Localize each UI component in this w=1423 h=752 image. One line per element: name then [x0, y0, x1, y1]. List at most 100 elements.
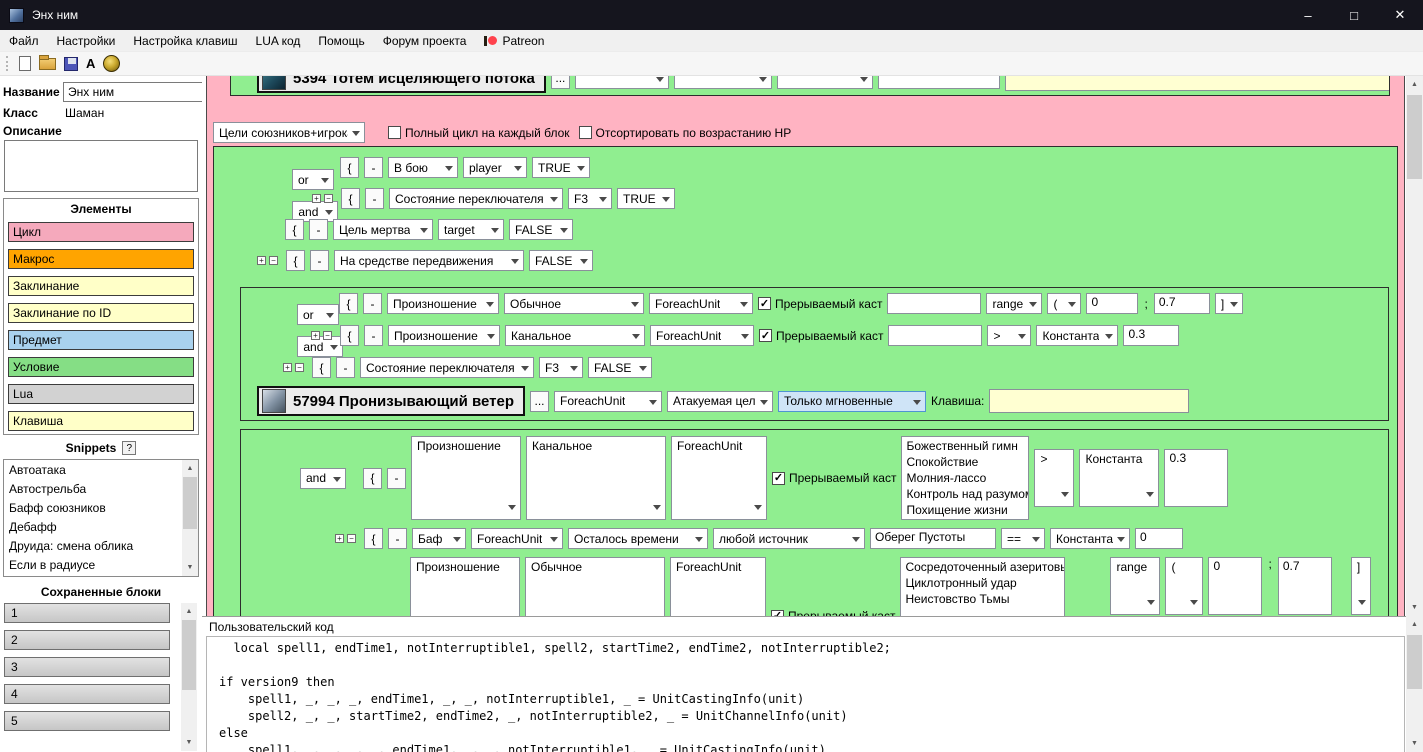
font-a-button[interactable]: A [86, 56, 95, 71]
saved-blocks-scrollbar[interactable]: ▲ ▼ [181, 603, 197, 751]
bracket-open-select[interactable]: ( [1047, 293, 1081, 314]
spell-list-item[interactable]: Молния-лассо [906, 470, 1024, 486]
minimize-button[interactable]: – [1285, 0, 1331, 30]
key-select[interactable]: F3 [539, 357, 583, 378]
snippet-item[interactable]: Бафф союзников [5, 499, 180, 518]
bracket-close-select[interactable]: ] [1215, 293, 1243, 314]
remove-button[interactable]: - [363, 293, 382, 314]
unit-select[interactable]: ForeachUnit [670, 557, 766, 616]
collapse-icon[interactable]: − [324, 194, 333, 203]
brace-button[interactable]: { [286, 250, 305, 271]
spell-list-item[interactable]: Спокойствие [906, 454, 1024, 470]
spell-button[interactable]: 5394 Тотем исцеляющего потока [257, 76, 546, 93]
saved-block-4[interactable]: 4 [4, 684, 170, 704]
range-min-input[interactable]: 0 [1086, 293, 1138, 314]
interruptible-checkbox[interactable]: ✓ Прерываемый каст [758, 297, 882, 311]
compare-mode-select[interactable]: range [1110, 557, 1160, 615]
operator-select[interactable]: == [1001, 528, 1045, 549]
range-min-input[interactable]: 0 [1208, 557, 1262, 615]
close-button[interactable]: ✕ [1377, 0, 1423, 30]
spell-listbox[interactable]: Сосредоточенный азеритовый луч Циклотрон… [900, 557, 1065, 616]
condition-type-select[interactable]: Состояние переключателя [360, 357, 534, 378]
cast-type-select[interactable] [777, 76, 873, 89]
saved-block-3[interactable]: 3 [4, 657, 170, 677]
spell-list-item[interactable]: Циклотронный удар [905, 575, 1060, 591]
brace-button[interactable]: { [340, 157, 359, 178]
brace-button[interactable]: { [285, 219, 304, 240]
value-input[interactable] [887, 293, 981, 314]
wow-icon[interactable] [103, 55, 120, 72]
element-condition[interactable]: Условие [8, 357, 194, 377]
element-macro[interactable]: Макрос [8, 249, 194, 269]
condition-type-select[interactable]: Произношение [387, 293, 499, 314]
collapse-icon[interactable]: − [347, 534, 356, 543]
element-spell[interactable]: Заклинание [8, 276, 194, 296]
range-max-input[interactable]: 0.7 [1154, 293, 1210, 314]
constant-input[interactable]: 0 [1135, 528, 1183, 549]
buff-name-input[interactable]: Оберег Пустоты [870, 528, 996, 549]
expand-icon[interactable]: + [283, 363, 292, 372]
key-select[interactable]: F3 [568, 188, 612, 209]
menu-file[interactable]: Файл [0, 31, 48, 51]
remove-button[interactable]: - [364, 325, 383, 346]
bracket-close-select[interactable]: ] [1351, 557, 1371, 615]
value-input[interactable] [878, 76, 1000, 89]
snippet-item[interactable]: Автострельба [5, 480, 180, 499]
spell-list-item[interactable]: Контроль над разумом [906, 486, 1024, 502]
expand-icon[interactable]: + [335, 534, 344, 543]
cast-filter-select[interactable]: Только мгновенные [778, 391, 926, 412]
interruptible-checkbox[interactable]: ✓ Прерываемый каст [759, 329, 883, 343]
user-code-textbox[interactable]: local spell1, endTime1, notInterruptible… [206, 636, 1405, 752]
menu-lua-code[interactable]: LUA код [247, 31, 310, 51]
unit-select[interactable]: ForeachUnit [471, 528, 563, 549]
maximize-button[interactable]: □ [1331, 0, 1377, 30]
scrollbar-thumb[interactable] [183, 477, 197, 529]
unit-select[interactable]: target [438, 219, 504, 240]
scroll-up-icon[interactable]: ▲ [1406, 76, 1423, 93]
brace-button[interactable]: { [364, 528, 383, 549]
condition-type-select[interactable]: Произношение [411, 436, 521, 520]
menu-forum[interactable]: Форум проекта [374, 31, 476, 51]
cast-kind-select[interactable]: Канальное [526, 436, 666, 520]
brace-button[interactable]: { [339, 293, 358, 314]
snippet-item[interactable]: Автоатака [5, 461, 180, 480]
remove-button[interactable]: - [388, 528, 407, 549]
cast-kind-select[interactable]: Канальное [505, 325, 645, 346]
condition-type-select[interactable]: На средстве передвижения [334, 250, 524, 271]
key-input[interactable] [1005, 76, 1390, 91]
element-spell-by-id[interactable]: Заклинание по ID [8, 303, 194, 323]
element-key[interactable]: Клавиша [8, 411, 194, 431]
unit-select[interactable]: player [463, 157, 527, 178]
range-max-input[interactable]: 0.7 [1278, 557, 1332, 615]
spell-list-item[interactable]: Неистовство Тьмы [905, 591, 1060, 607]
interruptible-checkbox[interactable]: ✓ Прерываемый каст [771, 609, 895, 616]
cycle-targets-select[interactable]: Цели союзников+игрока [213, 122, 365, 143]
brace-button[interactable]: { [363, 468, 382, 489]
bool-select[interactable]: TRUE [617, 188, 675, 209]
collapse-icon[interactable]: − [295, 363, 304, 372]
scroll-down-icon[interactable]: ▼ [182, 559, 198, 576]
new-file-icon[interactable] [19, 56, 31, 71]
snippet-item[interactable]: Дебафф [5, 518, 180, 537]
operator-select[interactable]: > [1034, 449, 1074, 507]
scroll-down-icon[interactable]: ▼ [1406, 735, 1423, 752]
target-select[interactable] [674, 76, 772, 89]
remove-button[interactable]: - [309, 219, 328, 240]
element-lua[interactable]: Lua [8, 384, 194, 404]
brace-button[interactable]: { [312, 357, 331, 378]
property-select[interactable]: Осталось времени [568, 528, 708, 549]
value-input[interactable] [888, 325, 982, 346]
tree-node[interactable]: +− [311, 331, 335, 340]
logic-or-select[interactable]: or [297, 304, 339, 325]
constant-input[interactable]: 0.3 [1164, 449, 1228, 507]
unit-select[interactable]: ForeachUnit [554, 391, 662, 412]
brace-button[interactable]: { [340, 325, 359, 346]
bool-select[interactable]: FALSE [529, 250, 593, 271]
snippet-item[interactable]: Друида: смена облика [5, 537, 180, 556]
spell-list-item[interactable]: Божественный гимн [906, 438, 1024, 454]
more-button[interactable]: ... [551, 76, 570, 89]
menu-keybinds[interactable]: Настройка клавиш [124, 31, 246, 51]
main-scrollbar[interactable]: ▲ ▼ [1406, 76, 1423, 616]
key-input[interactable] [989, 389, 1189, 413]
condition-type-select[interactable]: В бою [388, 157, 458, 178]
